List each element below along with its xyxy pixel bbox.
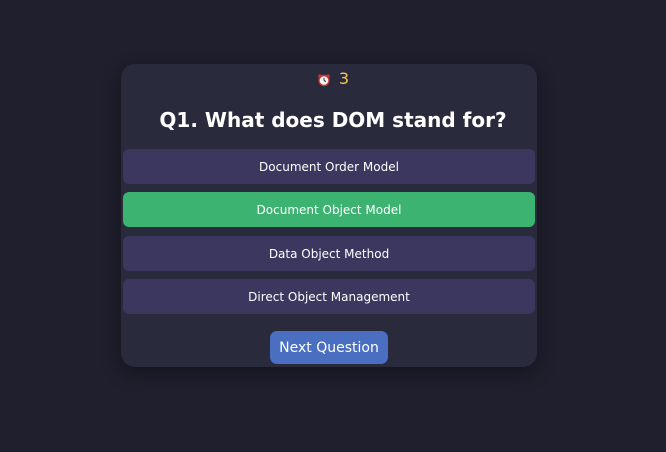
- alarm-clock-icon: [317, 72, 331, 87]
- option-data-object-method[interactable]: Data Object Method: [123, 236, 535, 271]
- option-document-object-model[interactable]: Document Object Model: [123, 192, 535, 227]
- timer-value: 3: [338, 69, 350, 88]
- option-direct-object-management[interactable]: Direct Object Management: [123, 279, 535, 314]
- option-document-order-model[interactable]: Document Order Model: [123, 149, 535, 184]
- question-title: Q1. What does DOM stand for?: [159, 108, 507, 132]
- timer: 3: [0, 70, 666, 88]
- next-question-button[interactable]: Next Question: [270, 331, 388, 364]
